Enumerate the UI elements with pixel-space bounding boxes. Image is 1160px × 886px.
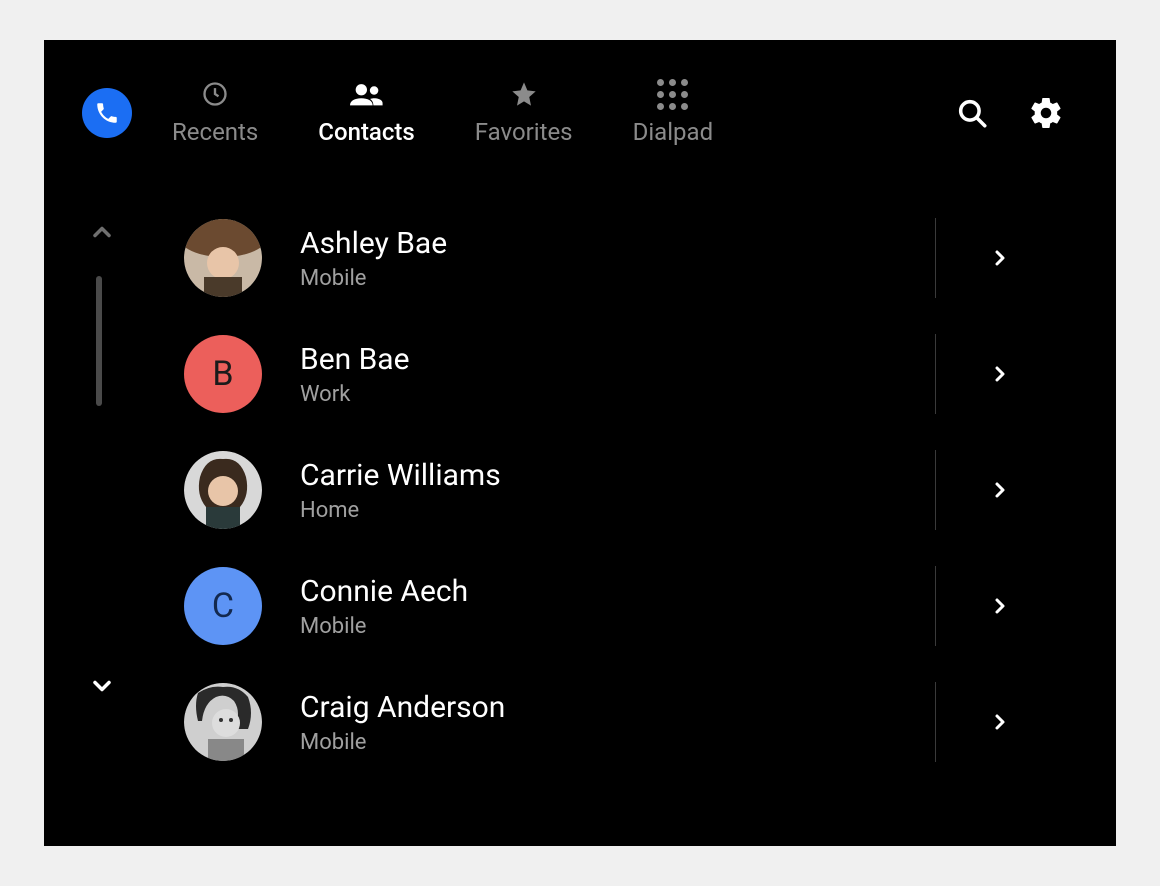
contact-detail-button[interactable] [988, 246, 1012, 270]
contact-type: Mobile [300, 266, 1056, 291]
gear-icon [1028, 95, 1064, 131]
row-divider [935, 334, 936, 414]
chevron-down-icon [88, 672, 116, 700]
dialer-contacts-screen: Recents Contacts Favorites [44, 40, 1116, 846]
contact-type: Home [300, 498, 1056, 523]
contact-detail-button[interactable] [988, 478, 1012, 502]
contact-detail-button[interactable] [988, 362, 1012, 386]
star-icon [510, 80, 538, 108]
contact-row[interactable]: B Ben Bae Work [184, 316, 1056, 432]
clock-icon [201, 80, 229, 108]
tab-bar: Recents Contacts Favorites [172, 80, 952, 146]
chevron-right-icon [988, 594, 1012, 618]
avatar: B [184, 335, 262, 413]
contact-row[interactable]: C Connie Aech Mobile [184, 548, 1056, 664]
tab-label: Contacts [318, 118, 414, 146]
row-divider [935, 450, 936, 530]
content-area: Ashley Bae Mobile B Ben Bae Work [44, 200, 1116, 846]
people-icon [350, 80, 384, 108]
tab-label: Dialpad [633, 118, 714, 146]
avatar [184, 219, 262, 297]
row-divider [935, 566, 936, 646]
settings-button[interactable] [1026, 93, 1066, 133]
contact-text: Carrie Williams Home [300, 458, 1056, 523]
row-divider [935, 218, 936, 298]
contact-text: Connie Aech Mobile [300, 574, 1056, 639]
contact-type: Work [300, 382, 1056, 407]
contact-row[interactable]: Craig Anderson Mobile [184, 664, 1056, 780]
scroll-column [44, 200, 184, 846]
contact-type: Mobile [300, 614, 1056, 639]
phone-icon [94, 100, 120, 126]
contact-detail-button[interactable] [988, 594, 1012, 618]
search-button[interactable] [952, 93, 992, 133]
dialpad-icon [657, 80, 688, 108]
tab-recents[interactable]: Recents [172, 80, 258, 146]
header-bar: Recents Contacts Favorites [44, 40, 1116, 166]
chevron-up-icon [88, 218, 116, 246]
tab-contacts[interactable]: Contacts [318, 80, 414, 146]
contact-text: Ashley Bae Mobile [300, 226, 1056, 291]
chevron-right-icon [988, 710, 1012, 734]
avatar [184, 451, 262, 529]
contact-text: Craig Anderson Mobile [300, 690, 1056, 755]
scrollbar-thumb[interactable] [96, 276, 102, 406]
contact-text: Ben Bae Work [300, 342, 1056, 407]
tab-dialpad[interactable]: Dialpad [633, 80, 714, 146]
avatar-initial: B [212, 354, 233, 394]
tab-label: Favorites [475, 118, 573, 146]
chevron-right-icon [988, 478, 1012, 502]
contact-detail-button[interactable] [988, 710, 1012, 734]
contact-row[interactable]: Ashley Bae Mobile [184, 200, 1056, 316]
contact-name: Ben Bae [300, 342, 1056, 378]
chevron-right-icon [988, 246, 1012, 270]
row-divider [935, 682, 936, 762]
contact-name: Carrie Williams [300, 458, 1056, 494]
header-actions [952, 93, 1066, 133]
avatar: C [184, 567, 262, 645]
contact-name: Connie Aech [300, 574, 1056, 610]
scroll-up-button[interactable] [88, 218, 116, 250]
chevron-right-icon [988, 362, 1012, 386]
contact-row[interactable]: Carrie Williams Home [184, 432, 1056, 548]
avatar [184, 683, 262, 761]
contact-type: Mobile [300, 730, 1056, 755]
contact-name: Ashley Bae [300, 226, 1056, 262]
avatar-initial: C [212, 586, 234, 626]
phone-app-button[interactable] [82, 88, 132, 138]
tab-favorites[interactable]: Favorites [475, 80, 573, 146]
search-icon [955, 96, 989, 130]
scroll-down-button[interactable] [88, 672, 116, 704]
tab-label: Recents [172, 118, 258, 146]
contacts-list: Ashley Bae Mobile B Ben Bae Work [184, 200, 1116, 846]
contact-name: Craig Anderson [300, 690, 1056, 726]
